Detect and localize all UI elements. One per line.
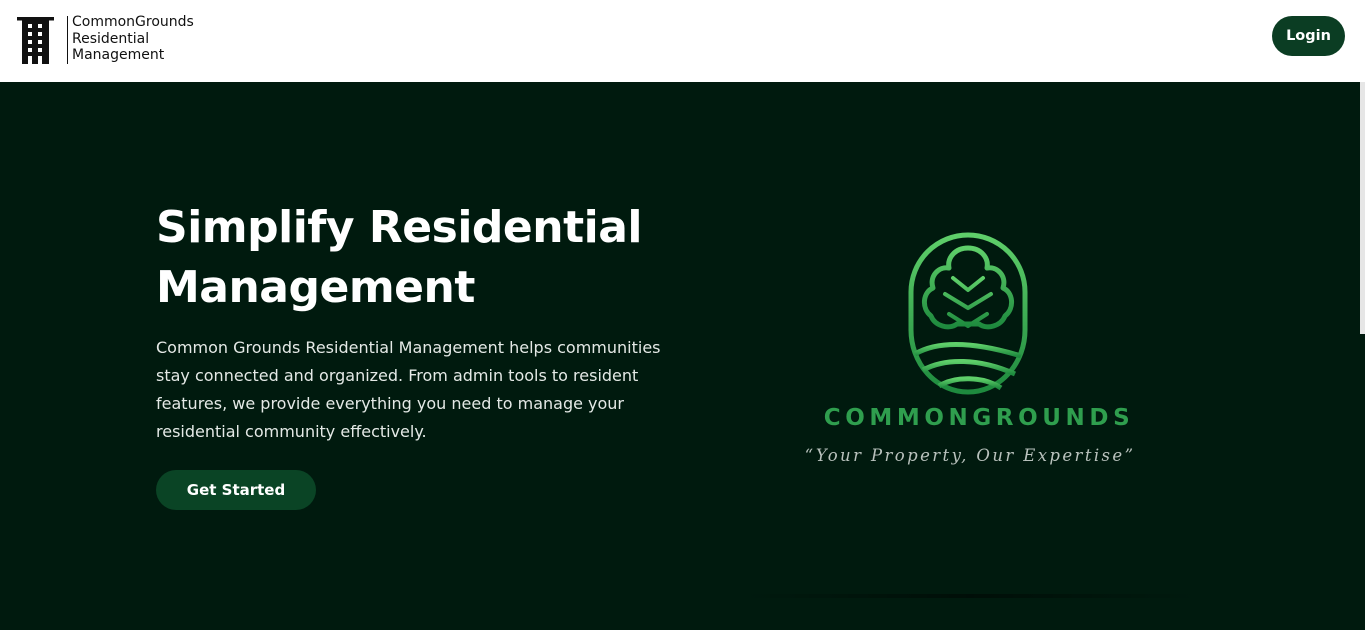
brand-line-1: CommonGrounds (72, 14, 194, 30)
hero-section: Simplify Residential Management Common G… (0, 82, 1365, 630)
hero-title: Simplify Residential Management (156, 198, 676, 318)
login-button[interactable]: Login (1272, 16, 1345, 56)
brand-name: CommonGrounds Residential Management (72, 14, 232, 64)
get-started-button[interactable]: Get Started (156, 470, 316, 510)
hero-description: Common Grounds Residential Management he… (156, 338, 661, 441)
brand-line-3: Management (72, 47, 165, 63)
building-icon (17, 17, 54, 64)
hero-title-line-2: Management (156, 262, 475, 313)
image-shadow (740, 594, 1200, 598)
hero-title-line-1: Simplify Residential (156, 202, 642, 253)
logo-tagline: “Your Property, Our Expertise” (804, 446, 1136, 465)
brand-divider (67, 16, 68, 64)
top-navbar: CommonGrounds Residential Management Log… (0, 0, 1365, 82)
brand-logo[interactable]: CommonGrounds Residential Management (16, 14, 194, 66)
scrollbar-thumb[interactable] (1360, 82, 1365, 334)
logo-wordmark: COMMONGROUNDS (823, 405, 1135, 431)
brand-line-2: Residential (72, 30, 150, 47)
tree-emblem-icon (908, 232, 1028, 395)
